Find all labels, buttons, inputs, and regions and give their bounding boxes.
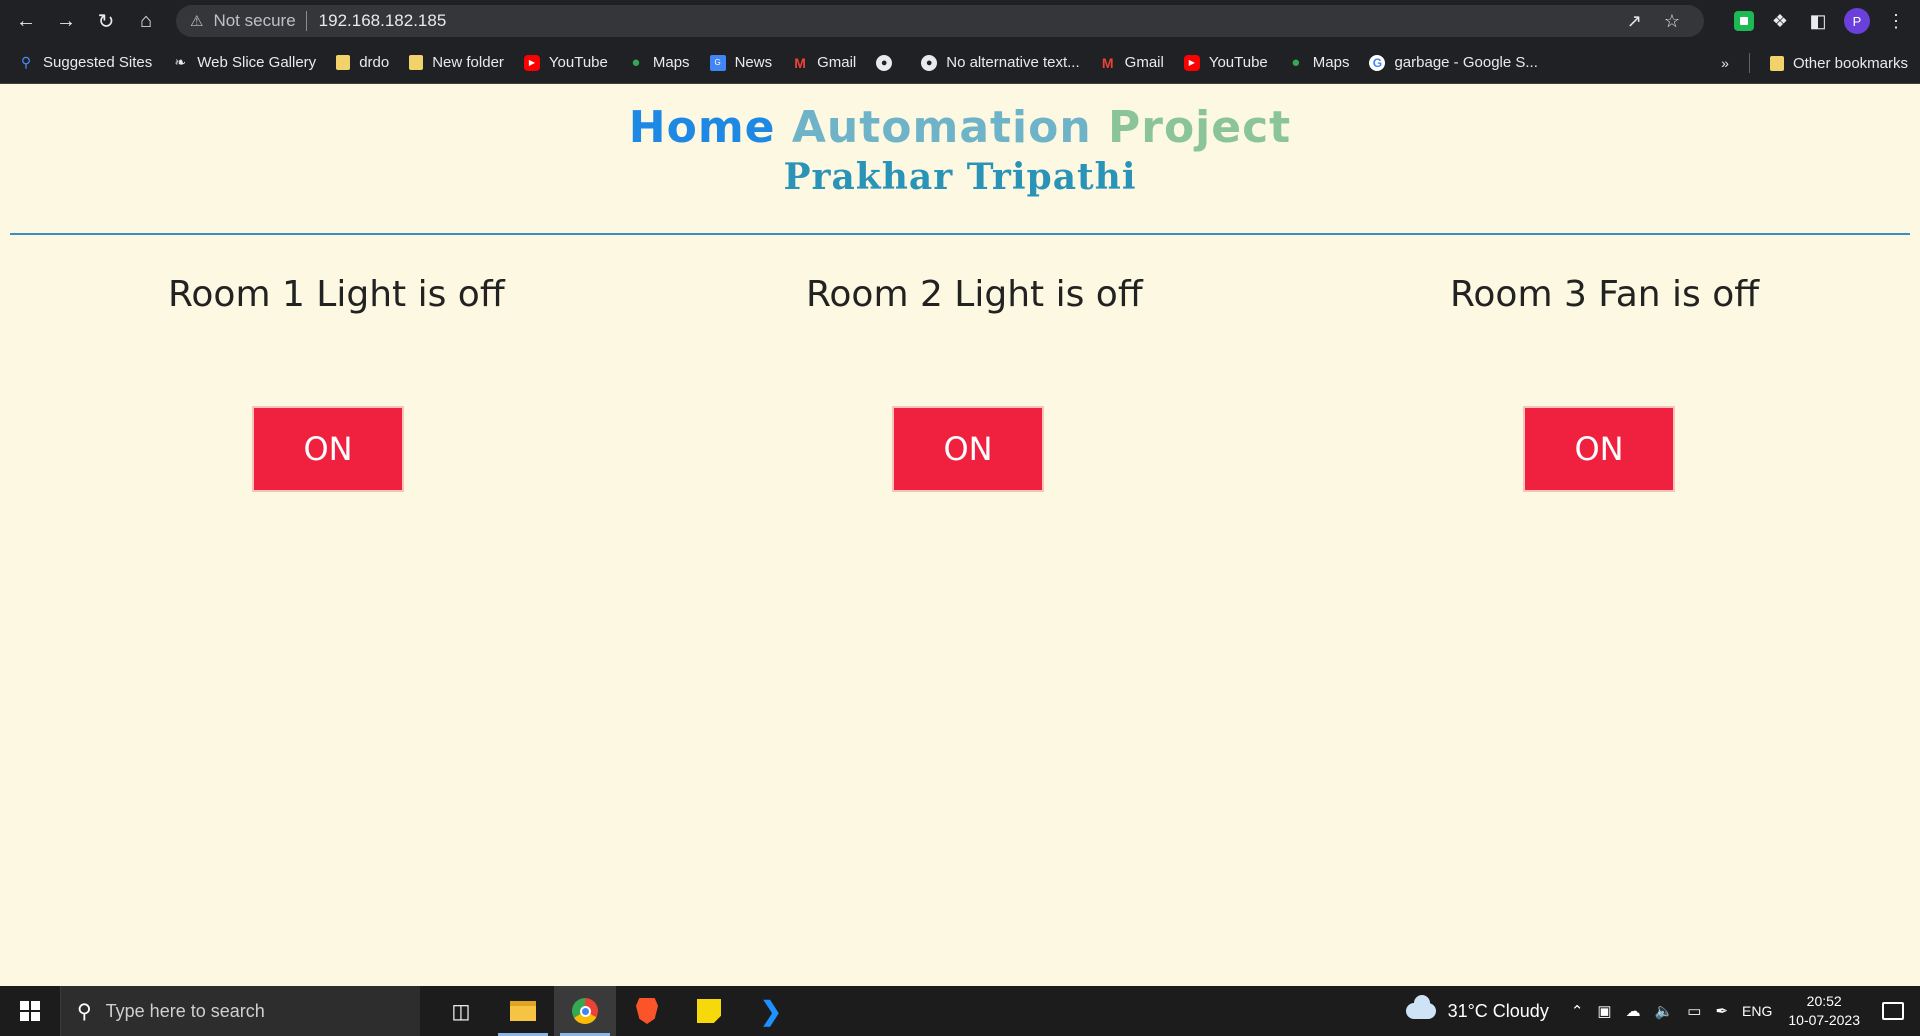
maps-icon: ● — [1291, 54, 1301, 71]
bookmark-item[interactable]: M Gmail — [792, 54, 856, 71]
menu-icon[interactable]: ⋮ — [1884, 11, 1908, 32]
other-bookmarks[interactable]: Other bookmarks — [1769, 55, 1908, 72]
bookmark-item[interactable]: ❧ Web Slice Gallery — [172, 54, 316, 71]
search-icon: ⚲ — [77, 1000, 92, 1023]
vscode-icon: ❯ — [760, 996, 782, 1026]
search-icon: ⚲ — [20, 54, 32, 70]
brave-icon — [636, 998, 658, 1024]
youtube-icon: ▶ — [523, 54, 540, 71]
time: 20:52 — [1806, 993, 1842, 1009]
browser-toolbar: ← → ↻ ⌂ ⚠ Not secure 192.168.182.185 ↗ ☆… — [0, 0, 1920, 42]
home-button[interactable]: ⌂ — [126, 0, 166, 42]
chevron-up-icon[interactable]: ⌃ — [1571, 1002, 1584, 1020]
page-subtitle: Prakhar Tripathi — [783, 156, 1137, 198]
sticky-notes-icon — [697, 999, 721, 1023]
bookmark-item[interactable]: ● Maps — [1288, 54, 1349, 71]
more-bookmarks-icon[interactable]: » — [1721, 55, 1729, 71]
bookmark-item[interactable]: ● No alternative text... — [921, 54, 1080, 71]
bookmark-item[interactable]: New folder — [409, 54, 504, 71]
header-divider — [10, 233, 1910, 235]
chrome-button[interactable] — [554, 986, 616, 1036]
room-2-label: Room 2 Light is off — [806, 274, 1143, 315]
globe-icon: ● — [876, 54, 893, 71]
file-explorer-button[interactable] — [492, 986, 554, 1036]
clock[interactable]: 20:52 10-07-2023 — [1788, 992, 1860, 1030]
notification-icon[interactable] — [1882, 1002, 1904, 1020]
taskbar-search[interactable]: ⚲ Type here to search — [60, 986, 420, 1036]
bookmark-item[interactable]: ● Maps — [628, 54, 689, 71]
youtube-icon: ▶ — [1183, 54, 1200, 71]
bookmark-item[interactable]: Ggarbage - Google S... — [1369, 54, 1538, 71]
google-icon: G — [1369, 54, 1386, 71]
folder-icon — [1769, 55, 1784, 71]
share-icon[interactable]: ↗ — [1627, 11, 1642, 32]
bookmark-item[interactable]: ● — [876, 54, 901, 71]
url-text[interactable]: 192.168.182.185 — [319, 11, 447, 31]
windows-icon — [20, 1001, 40, 1021]
forward-button[interactable]: → — [46, 0, 86, 42]
room-3-on-button[interactable]: ON — [1523, 406, 1675, 492]
page-header: Home Automation Project Prakhar Tripathi — [0, 84, 1920, 198]
meet-icon[interactable]: ▣ — [1597, 1002, 1611, 1020]
room-1-label: Room 1 Light is off — [168, 274, 505, 315]
profile-avatar[interactable]: P — [1844, 8, 1870, 34]
onedrive-icon[interactable]: ☁ — [1626, 1002, 1641, 1020]
room-2-on-button[interactable]: ON — [892, 406, 1044, 492]
address-bar[interactable]: ⚠ Not secure 192.168.182.185 ↗ ☆ — [176, 5, 1704, 37]
news-icon: G — [709, 54, 726, 71]
sticky-notes-button[interactable] — [678, 986, 740, 1036]
reload-button[interactable]: ↻ — [86, 0, 126, 42]
bookmark-item[interactable]: ▶ YouTube — [1183, 54, 1268, 71]
system-tray: 31°C Cloudy ⌃ ▣ ☁ 🔈 ▭ ✒ ENG 20:52 10-07-… — [1405, 986, 1920, 1036]
bookmark-item[interactable]: ▶ YouTube — [523, 54, 608, 71]
page-title: Home Automation Project — [628, 102, 1292, 153]
bookmark-item[interactable]: M Gmail — [1100, 54, 1164, 71]
puzzle-icon[interactable]: ❖ — [1768, 11, 1792, 32]
folder-icon — [336, 55, 351, 70]
bookmarks-bar: ⚲ Suggested Sites ❧ Web Slice Gallery drdo… — [0, 42, 1920, 84]
weather-widget[interactable]: 31°C Cloudy — [1405, 995, 1549, 1022]
pen-icon[interactable]: ✒ — [1715, 1002, 1728, 1020]
task-view-button[interactable]: ◫ — [430, 986, 492, 1036]
gmail-icon: M — [794, 54, 806, 71]
back-button[interactable]: ← — [6, 0, 46, 42]
date: 10-07-2023 — [1788, 1012, 1860, 1028]
room-2-status: Room 2 Light is off — [806, 274, 1143, 315]
gmail-icon: M — [1101, 54, 1114, 71]
room-3-label: Room 3 Fan is off — [1450, 274, 1760, 315]
volume-icon[interactable]: 🔈 — [1655, 1002, 1674, 1020]
side-panel-icon[interactable]: ◧ — [1806, 11, 1830, 32]
room-3-status: Room 3 Fan is off — [1450, 274, 1759, 315]
security-label: Not secure — [213, 11, 296, 30]
folder-icon — [409, 55, 424, 70]
room-1-status: Room 1 Light is off — [168, 274, 505, 315]
bookmark-item[interactable]: drdo — [336, 54, 389, 71]
task-view-icon: ◫ — [451, 1000, 471, 1023]
brave-button[interactable] — [616, 986, 678, 1036]
battery-icon[interactable]: ▭ — [1687, 1002, 1701, 1020]
web-slice-icon: ❧ — [174, 54, 187, 70]
bookmark-item[interactable]: G News — [709, 54, 772, 71]
start-button[interactable] — [0, 986, 60, 1036]
taskbar: ⚲ Type here to search ◫ ❯ 31°C Cloudy ⌃ … — [0, 986, 1920, 1036]
bookmark-item[interactable]: ⚲ Suggested Sites — [18, 54, 152, 71]
bookmark-star-icon[interactable]: ☆ — [1664, 11, 1680, 32]
chrome-icon — [572, 998, 598, 1024]
vscode-button[interactable]: ❯ — [740, 986, 802, 1036]
language-indicator[interactable]: ENG — [1742, 1003, 1772, 1019]
globe-icon: ● — [921, 54, 938, 71]
warning-icon: ⚠ — [190, 13, 204, 30]
maps-icon: ● — [631, 54, 641, 71]
cloud-icon — [1405, 995, 1436, 1019]
room-1-on-button[interactable]: ON — [252, 406, 404, 492]
extension-icon[interactable] — [1734, 11, 1754, 31]
folder-icon — [510, 1001, 536, 1021]
